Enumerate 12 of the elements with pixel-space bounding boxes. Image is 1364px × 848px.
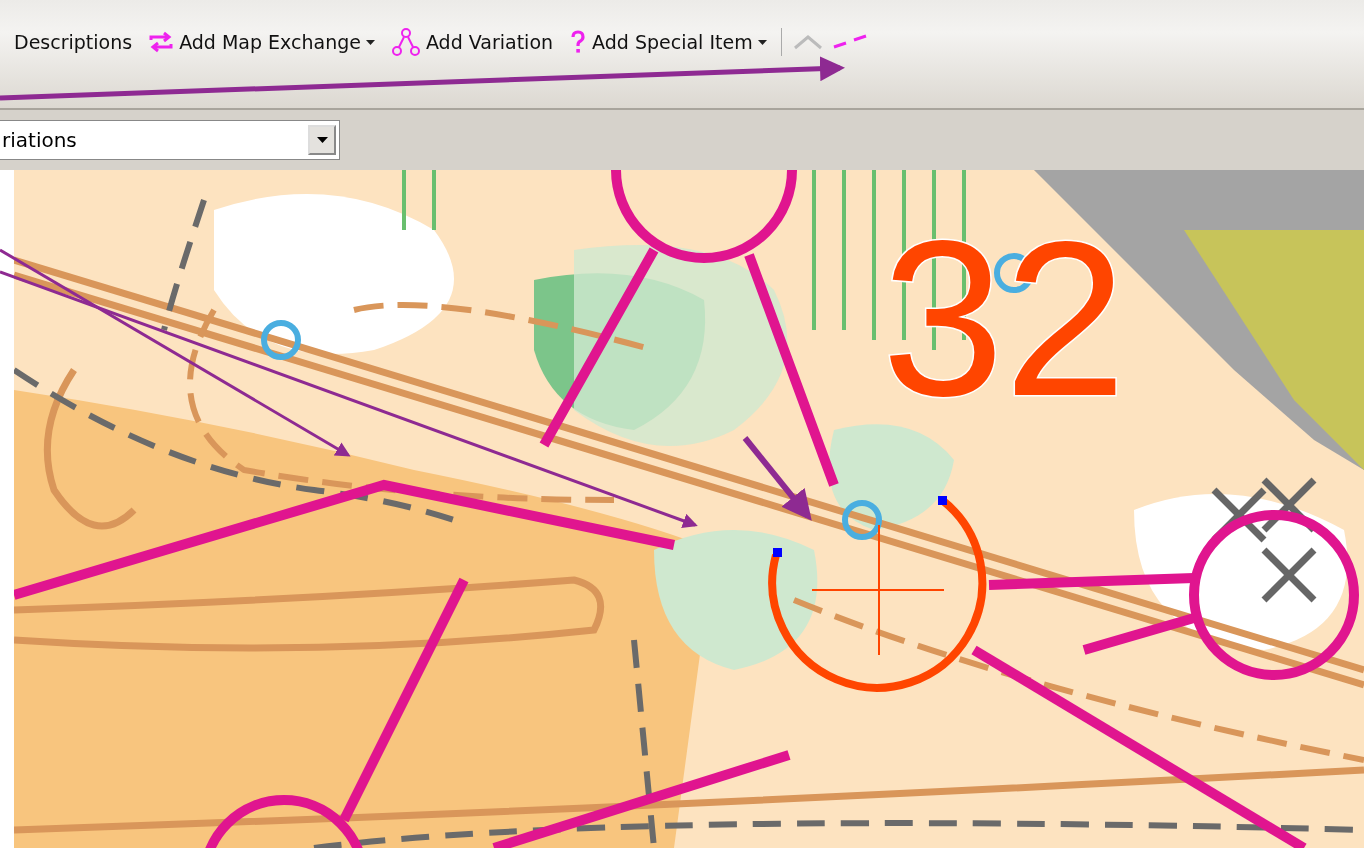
toolbar-button[interactable]: Descriptions (8, 29, 139, 55)
variation-dropdown[interactable]: riations (0, 120, 340, 160)
caret-icon (757, 39, 767, 45)
control-number: 32 (881, 196, 1127, 442)
swap-arrows-icon (148, 31, 175, 53)
toolbar-button[interactable]: Add Variation (384, 25, 560, 59)
toolbar-button[interactable]: Add Special Item (563, 28, 773, 56)
branch-nodes-icon (390, 27, 421, 57)
question-mark-icon (569, 30, 588, 54)
toolbar-button[interactable]: Add Map Exchange (142, 29, 381, 55)
caret-icon (316, 137, 328, 143)
caret-icon (365, 39, 375, 45)
